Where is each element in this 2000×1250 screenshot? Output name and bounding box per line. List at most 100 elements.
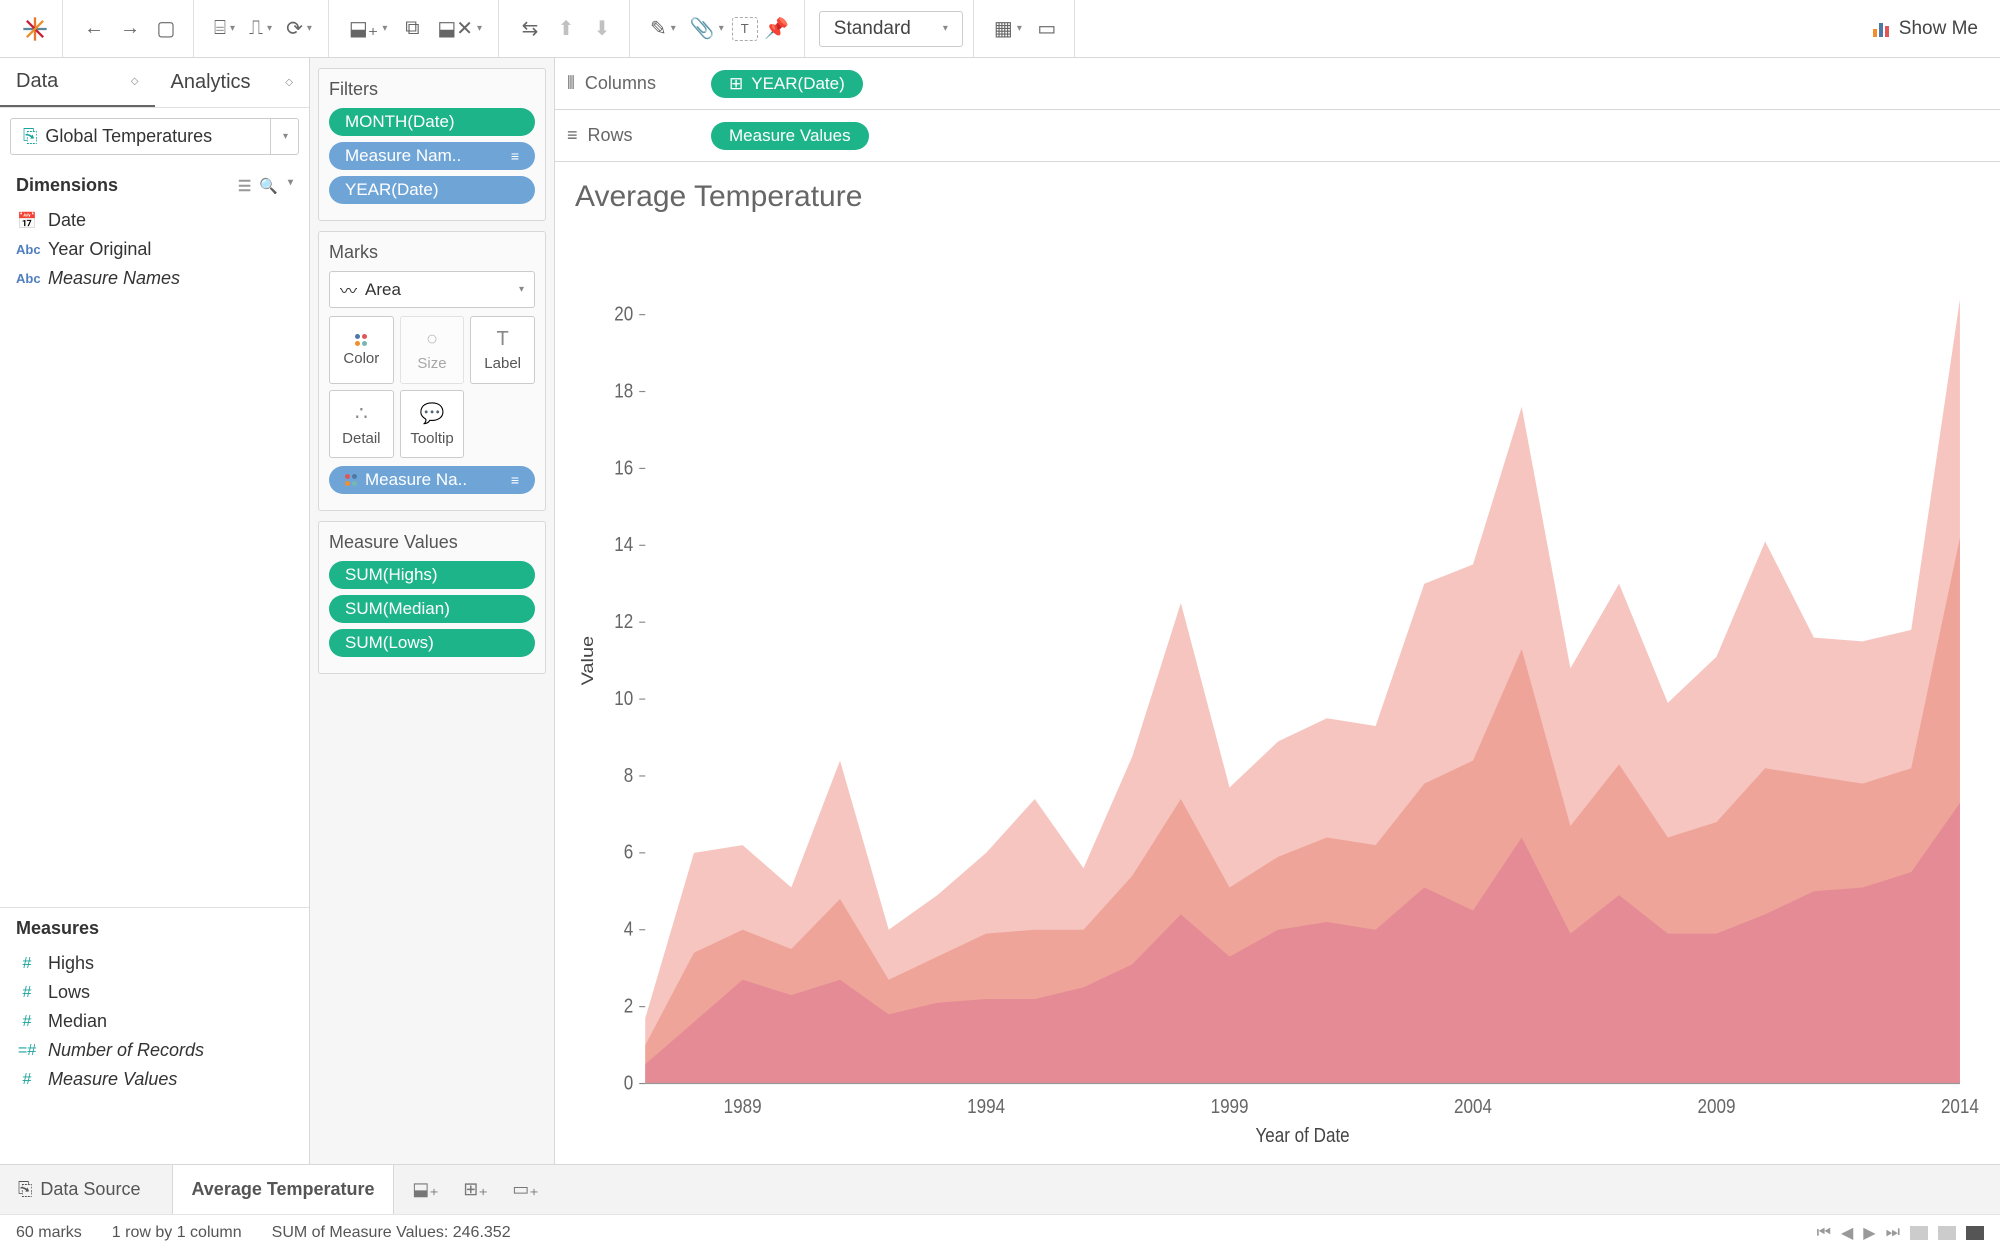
new-dashboard-icon[interactable]: ⊞₊ bbox=[458, 1172, 494, 1208]
group-icon[interactable]: 📎▾ bbox=[684, 12, 730, 46]
last-icon[interactable]: ⏭ bbox=[1886, 1224, 1900, 1242]
viz-area: ⦀Columns ⊞YEAR(Date) ≡Rows Measure Value… bbox=[555, 58, 2000, 1164]
search-icon[interactable]: 🔍 bbox=[259, 177, 278, 195]
dimension-field[interactable]: AbcYear Original bbox=[0, 235, 309, 264]
mv-title: Measure Values bbox=[329, 532, 535, 553]
datasource-tab[interactable]: ⎘Data Source bbox=[0, 1165, 158, 1214]
mark-detail[interactable]: ∴Detail bbox=[329, 390, 394, 458]
swap-icon[interactable]: ⇆ bbox=[513, 12, 547, 46]
mark-color[interactable]: Color bbox=[329, 316, 394, 384]
datasource-name: Global Temperatures bbox=[45, 126, 212, 147]
new-datasource-icon[interactable]: ⌸▾ bbox=[208, 12, 241, 46]
refresh-icon[interactable]: ⟳▾ bbox=[280, 12, 318, 46]
svg-text:2014: 2014 bbox=[1941, 1095, 1979, 1118]
tab-analytics[interactable]: Analytics◇ bbox=[155, 58, 310, 107]
measure-field[interactable]: #Lows bbox=[0, 978, 309, 1007]
svg-text:2: 2 bbox=[624, 994, 633, 1017]
clear-icon[interactable]: ⬓✕▾ bbox=[431, 12, 488, 46]
back-icon[interactable]: ← bbox=[77, 12, 111, 46]
viewmode-split[interactable] bbox=[1938, 1226, 1956, 1240]
mv-pill[interactable]: SUM(Highs) bbox=[329, 561, 535, 589]
sort-asc-icon[interactable]: ⬆ bbox=[549, 12, 583, 46]
pause-data-icon[interactable]: ⎍▾ bbox=[243, 12, 278, 46]
new-story-icon[interactable]: ▭₊ bbox=[508, 1172, 544, 1208]
columns-shelf[interactable]: ⦀Columns ⊞YEAR(Date) bbox=[555, 58, 2000, 110]
view-icon[interactable]: ☰ bbox=[238, 177, 251, 195]
measure-field[interactable]: #Median bbox=[0, 1007, 309, 1036]
pin-icon[interactable]: 📌 bbox=[760, 12, 794, 46]
status-layout: 1 row by 1 column bbox=[112, 1224, 242, 1242]
forward-icon[interactable]: → bbox=[113, 12, 147, 46]
save-icon[interactable]: ▢ bbox=[149, 12, 183, 46]
duplicate-icon[interactable]: ⧉ bbox=[395, 12, 429, 46]
highlight-icon[interactable]: ✎▾ bbox=[644, 12, 682, 46]
datasource-icon: ⎘ bbox=[23, 126, 37, 147]
measure-field[interactable]: =#Number of Records bbox=[0, 1036, 309, 1065]
measures-header: Measures bbox=[0, 908, 309, 949]
svg-text:1999: 1999 bbox=[1211, 1095, 1249, 1118]
mv-pill[interactable]: SUM(Median) bbox=[329, 595, 535, 623]
showme-icon bbox=[1871, 19, 1891, 39]
new-sheet-icon[interactable]: ⬓₊ bbox=[408, 1172, 444, 1208]
rows-shelf[interactable]: ≡Rows Measure Values bbox=[555, 110, 2000, 162]
measure-field[interactable]: #Highs bbox=[0, 949, 309, 978]
present-icon[interactable]: ▭ bbox=[1030, 12, 1064, 46]
tab-data[interactable]: Data◇ bbox=[0, 58, 155, 107]
svg-text:1994: 1994 bbox=[967, 1095, 1005, 1118]
marks-card: Marks 〰 Area ▾ Color○SizeTLabel ∴Detail💬T… bbox=[318, 231, 546, 511]
first-icon[interactable]: ⏮ bbox=[1817, 1224, 1831, 1242]
viewmode-grid[interactable] bbox=[1910, 1226, 1928, 1240]
fit-label: Standard bbox=[834, 18, 911, 40]
rows-icon: ≡ bbox=[567, 125, 578, 146]
datasource-tab-icon: ⎘ bbox=[18, 1179, 32, 1200]
sheet-tabs: ⎘Data Source Average Temperature ⬓₊ ⊞₊ ▭… bbox=[0, 1164, 2000, 1214]
cards-column: Filters MONTH(Date) Measure Nam..≡ YEAR(Da… bbox=[310, 58, 555, 1164]
cards-icon[interactable]: ▦▾ bbox=[988, 12, 1028, 46]
mv-pill[interactable]: SUM(Lows) bbox=[329, 629, 535, 657]
chart-canvas[interactable]: 0246810121416182019891994199920042009201… bbox=[575, 226, 1980, 1154]
filter-pill[interactable]: YEAR(Date) bbox=[329, 176, 535, 204]
fit-select[interactable]: Standard ▾ bbox=[819, 11, 963, 47]
filter-pill[interactable]: MONTH(Date) bbox=[329, 108, 535, 136]
datasource-select[interactable]: ⎘Global Temperatures ▾ bbox=[10, 118, 299, 155]
mark-type-select[interactable]: 〰 Area ▾ bbox=[329, 271, 535, 308]
svg-text:6: 6 bbox=[624, 840, 633, 863]
columns-pill[interactable]: ⊞YEAR(Date) bbox=[711, 70, 863, 98]
status-marks: 60 marks bbox=[16, 1224, 82, 1242]
filter-pill[interactable]: Measure Nam..≡ bbox=[329, 142, 535, 170]
mark-label[interactable]: TLabel bbox=[470, 316, 535, 384]
showme-button[interactable]: Show Me bbox=[1857, 0, 1992, 57]
tableau-logo[interactable] bbox=[18, 12, 52, 46]
svg-text:12: 12 bbox=[614, 610, 633, 633]
text-icon[interactable]: T bbox=[732, 17, 758, 41]
mark-tooltip[interactable]: 💬Tooltip bbox=[400, 390, 465, 458]
svg-text:Year of Date: Year of Date bbox=[1256, 1124, 1350, 1147]
data-pane: Data◇ Analytics◇ ⎘Global Temperatures ▾ … bbox=[0, 58, 310, 1164]
svg-text:2009: 2009 bbox=[1698, 1095, 1736, 1118]
mark-size[interactable]: ○Size bbox=[400, 316, 465, 384]
new-worksheet-icon[interactable]: ⬓₊▾ bbox=[343, 12, 393, 46]
filters-card: Filters MONTH(Date) Measure Nam..≡ YEAR(Da… bbox=[318, 68, 546, 221]
svg-text:2004: 2004 bbox=[1454, 1095, 1492, 1118]
sort-desc-icon[interactable]: ⬇ bbox=[585, 12, 619, 46]
caret-icon: ▾ bbox=[943, 23, 948, 34]
filters-title: Filters bbox=[329, 79, 535, 100]
area-icon: 〰 bbox=[340, 277, 357, 302]
showme-label: Show Me bbox=[1899, 18, 1978, 40]
viewmode-single[interactable] bbox=[1966, 1226, 1984, 1240]
measure-field[interactable]: #Measure Values bbox=[0, 1065, 309, 1094]
sheet-tab[interactable]: Average Temperature bbox=[172, 1165, 393, 1214]
svg-text:16: 16 bbox=[614, 456, 633, 479]
marks-title: Marks bbox=[329, 242, 535, 263]
color-shelf-pill[interactable]: Measure Na.. ≡ bbox=[329, 466, 535, 494]
chart-title: Average Temperature bbox=[575, 180, 1980, 214]
dimension-field[interactable]: AbcMeasure Names bbox=[0, 264, 309, 293]
rows-pill[interactable]: Measure Values bbox=[711, 122, 869, 150]
status-sum: SUM of Measure Values: 246.352 bbox=[272, 1224, 511, 1242]
dimension-field[interactable]: 📅Date bbox=[0, 206, 309, 235]
prev-icon[interactable]: ◀ bbox=[1841, 1223, 1853, 1243]
svg-text:1989: 1989 bbox=[724, 1095, 762, 1118]
svg-text:8: 8 bbox=[624, 764, 633, 787]
dimensions-header: Dimensions ☰🔍▾ bbox=[0, 165, 309, 206]
next-icon[interactable]: ▶ bbox=[1863, 1223, 1875, 1243]
